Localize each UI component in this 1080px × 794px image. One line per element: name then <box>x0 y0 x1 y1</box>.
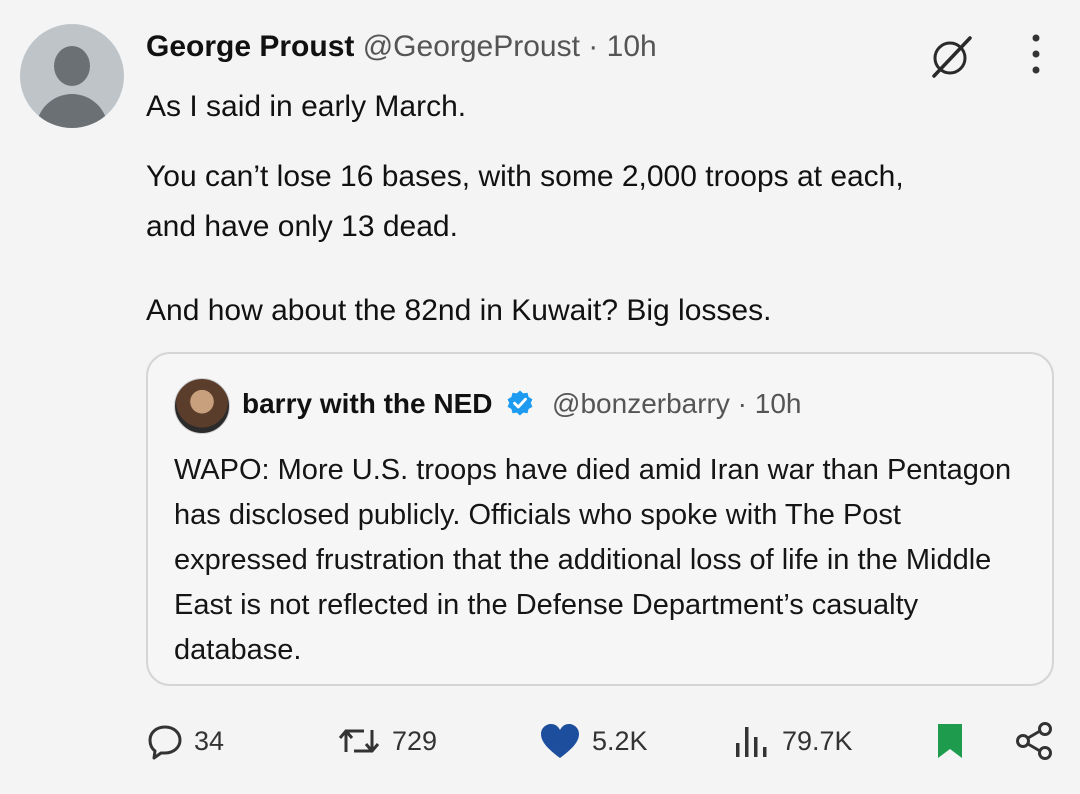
views-count: 79.7K <box>782 725 853 756</box>
reply-icon <box>148 725 182 760</box>
reply-count: 34 <box>194 725 225 756</box>
views-button[interactable]: 79.7K <box>732 716 853 766</box>
repost-button[interactable]: 729 <box>336 716 437 766</box>
action-bar: 34 729 5.2K 79.7K <box>0 716 1080 766</box>
header-separator: · <box>588 30 599 63</box>
author-name[interactable]: George Proust <box>146 30 354 63</box>
more-icon[interactable] <box>1026 32 1046 76</box>
quoted-tweet[interactable]: barry with the NED @bonzerbarry · 10h WA… <box>146 352 1054 686</box>
quoted-text: WAPO: More U.S. troops have died amid Ir… <box>174 454 1012 666</box>
grok-icon[interactable] <box>928 34 974 80</box>
post-paragraph: And how about the 82nd in Kuwait? Big lo… <box>146 294 772 327</box>
post-time[interactable]: 10h <box>607 30 657 63</box>
quoted-avatar[interactable] <box>174 378 230 434</box>
quoted-header: barry with the NED @bonzerbarry · 10h <box>242 384 802 424</box>
quoted-time[interactable]: 10h <box>755 388 802 419</box>
verified-icon <box>507 390 533 416</box>
tweet-header: George Proust @GeorgeProust · 10h <box>146 28 657 66</box>
bookmark-icon <box>938 724 962 758</box>
share-button[interactable] <box>1014 716 1064 766</box>
heart-icon <box>541 724 579 758</box>
quoted-separator: · <box>737 388 747 419</box>
quoted-author-handle[interactable]: @bonzerbarry <box>552 388 730 419</box>
repost-count: 729 <box>392 725 438 756</box>
like-count: 5.2K <box>592 725 648 756</box>
post-paragraph: As I said in early March. <box>146 90 467 123</box>
views-icon <box>736 727 767 757</box>
bookmark-button[interactable] <box>934 716 976 766</box>
avatar-shoulders <box>36 94 108 128</box>
quoted-author-name[interactable]: barry with the NED <box>242 388 492 419</box>
like-button[interactable]: 5.2K <box>538 716 648 766</box>
tweet-card: George Proust @GeorgeProust · 10h As I s… <box>0 0 1080 794</box>
post-paragraph: You can’t lose 16 bases, with some 2,000… <box>146 160 904 243</box>
repost-icon <box>338 729 380 753</box>
avatar-head <box>54 46 90 86</box>
share-icon <box>1016 722 1052 760</box>
avatar[interactable] <box>20 24 124 128</box>
reply-button[interactable]: 34 <box>146 716 224 766</box>
author-handle[interactable]: @GeorgeProust <box>363 30 580 63</box>
